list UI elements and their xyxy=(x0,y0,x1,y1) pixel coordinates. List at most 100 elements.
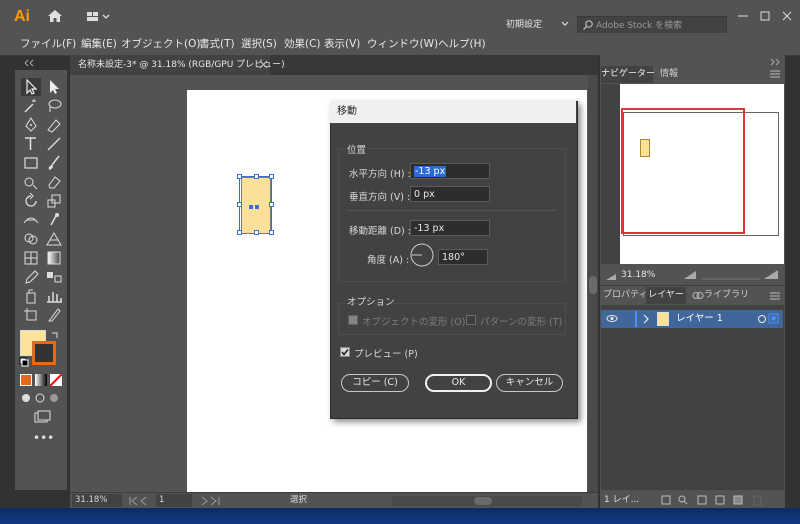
visibility-eye-icon[interactable] xyxy=(606,314,618,323)
expand-chevron-icon[interactable] xyxy=(642,314,650,324)
rotate-tool-icon[interactable] xyxy=(21,192,41,210)
next-artboard-icon[interactable] xyxy=(198,496,222,506)
selection-tool-icon[interactable] xyxy=(21,78,41,96)
distance-label: 移動距離 (D) : xyxy=(349,226,411,237)
tab-layers[interactable]: レイヤー xyxy=(646,287,686,304)
default-colors-icon[interactable] xyxy=(19,357,29,367)
minimize-icon[interactable] xyxy=(734,8,752,24)
transform-patterns-checkbox[interactable] xyxy=(466,315,476,325)
menu-select[interactable]: 選択(S) xyxy=(241,36,277,52)
vertical-input[interactable]: 0 px xyxy=(410,186,490,202)
tab-navigator[interactable]: ナビゲーター xyxy=(601,66,655,83)
screen-mode-icon[interactable] xyxy=(33,410,51,424)
gradient-mode-icon[interactable] xyxy=(35,374,47,386)
transform-objects-checkbox[interactable] xyxy=(348,315,358,325)
menu-window[interactable]: ウィンドウ(W) xyxy=(367,36,438,52)
shaper-tool-icon[interactable] xyxy=(21,173,41,191)
navigator-view-box[interactable] xyxy=(621,108,745,234)
symbol-sprayer-tool-icon[interactable] xyxy=(21,287,41,305)
shape-builder-tool-icon[interactable] xyxy=(21,230,41,248)
mesh-tool-icon[interactable] xyxy=(21,249,41,267)
distance-input[interactable]: -13 px xyxy=(410,220,490,236)
swap-fill-stroke-icon[interactable] xyxy=(50,330,60,340)
eyedropper-tool-icon[interactable] xyxy=(21,268,41,286)
arrange-documents-icon[interactable] xyxy=(86,10,114,24)
eraser-tool-icon[interactable] xyxy=(44,173,64,191)
angle-input[interactable]: 180° xyxy=(438,249,488,265)
menu-effect[interactable]: 効果(C) xyxy=(284,36,321,52)
artboard-number-field[interactable]: 1 xyxy=(156,494,192,507)
direct-selection-tool-icon[interactable] xyxy=(44,78,64,96)
column-graph-tool-icon[interactable] xyxy=(44,287,64,305)
menu-object[interactable]: オブジェクト(O) xyxy=(121,36,200,52)
pen-tool-icon[interactable] xyxy=(21,116,41,134)
angle-dial-icon[interactable] xyxy=(409,242,435,268)
first-artboard-icon[interactable] xyxy=(128,496,152,506)
gradient-tool-icon[interactable] xyxy=(44,249,64,267)
tab-libraries[interactable]: ライブラリ xyxy=(704,287,749,304)
bbox-handle[interactable] xyxy=(269,174,274,179)
ok-button[interactable]: OK xyxy=(425,374,492,392)
hand-tool-icon[interactable] xyxy=(21,306,41,324)
libraries-icon xyxy=(692,291,704,300)
options-label: オプション xyxy=(347,297,395,308)
draw-mode-icon[interactable] xyxy=(20,392,60,404)
menu-type[interactable]: 書式(T) xyxy=(199,36,235,52)
none-mode-icon[interactable] xyxy=(49,373,63,387)
panel-collapse-icon[interactable] xyxy=(769,58,781,66)
home-icon[interactable] xyxy=(46,8,64,24)
type-tool-icon[interactable] xyxy=(21,135,41,153)
nav-zoom-field[interactable]: 31.18% xyxy=(621,268,665,283)
zoom-field[interactable]: 31.18% xyxy=(72,494,122,507)
target-circle-icon[interactable] xyxy=(757,314,767,324)
menu-edit[interactable]: 編集(E) xyxy=(81,36,117,52)
copy-button[interactable]: コピー (C) xyxy=(341,374,409,392)
more-tools-icon[interactable]: ••• xyxy=(33,432,54,444)
menu-file[interactable]: ファイル(F) xyxy=(20,36,76,52)
puppet-warp-tool-icon[interactable] xyxy=(44,211,64,229)
line-tool-icon[interactable] xyxy=(44,135,64,153)
nav-zoom-slider[interactable] xyxy=(680,269,780,281)
close-icon[interactable] xyxy=(778,8,796,24)
bbox-handle[interactable] xyxy=(237,230,242,235)
nav-zoom-out-icon[interactable] xyxy=(605,271,617,281)
toolbar-collapse-icon[interactable] xyxy=(22,59,58,67)
horizontal-input[interactable]: -13 px xyxy=(410,163,490,179)
lasso-tool-icon[interactable] xyxy=(44,97,64,115)
selection-indicator-icon[interactable] xyxy=(768,313,779,324)
panel-menu-icon[interactable] xyxy=(770,70,780,78)
paintbrush-tool-icon[interactable] xyxy=(44,154,64,172)
bbox-handle[interactable] xyxy=(254,230,259,235)
bbox-handle[interactable] xyxy=(237,174,242,179)
maximize-icon[interactable] xyxy=(756,8,774,24)
tab-info[interactable]: 情報 xyxy=(656,66,682,83)
layers-menu-icon[interactable] xyxy=(770,292,780,300)
magic-wand-tool-icon[interactable] xyxy=(21,97,41,115)
bbox-handle[interactable] xyxy=(269,230,274,235)
perspective-grid-tool-icon[interactable] xyxy=(44,230,64,248)
width-tool-icon[interactable] xyxy=(21,211,41,229)
tab-properties[interactable]: プロパティ xyxy=(603,287,647,304)
color-mode-icon[interactable] xyxy=(20,374,32,386)
scrollbar-thumb[interactable] xyxy=(589,276,597,294)
layer-name: レイヤー 1 xyxy=(676,313,723,324)
layer-color-bar xyxy=(635,311,637,327)
menu-help[interactable]: ヘルプ(H) xyxy=(438,36,486,52)
bbox-handle[interactable] xyxy=(237,202,242,207)
illustrator-logo: Ai xyxy=(14,8,30,25)
scale-tool-icon[interactable] xyxy=(44,192,64,210)
stroke-color-swatch[interactable] xyxy=(32,341,56,365)
slice-tool-icon[interactable] xyxy=(44,306,64,324)
horizontal-scrollbar-thumb[interactable] xyxy=(474,497,492,505)
bbox-handle[interactable] xyxy=(269,202,274,207)
layers-footer-icons[interactable] xyxy=(658,493,780,507)
stock-search-input[interactable]: Adobe Stock を検索 xyxy=(577,16,727,34)
rectangle-tool-icon[interactable] xyxy=(21,154,41,172)
document-tab[interactable]: 名称未設定-3* @ 31.18% (RGB/GPU プレビュー) xyxy=(70,55,285,75)
curvature-tool-icon[interactable] xyxy=(44,116,64,134)
tab-close-icon[interactable] xyxy=(259,60,268,69)
bbox-handle[interactable] xyxy=(254,174,259,179)
blend-tool-icon[interactable] xyxy=(44,268,64,286)
menu-view[interactable]: 表示(V) xyxy=(324,36,360,52)
cancel-button[interactable]: キャンセル xyxy=(496,374,563,392)
